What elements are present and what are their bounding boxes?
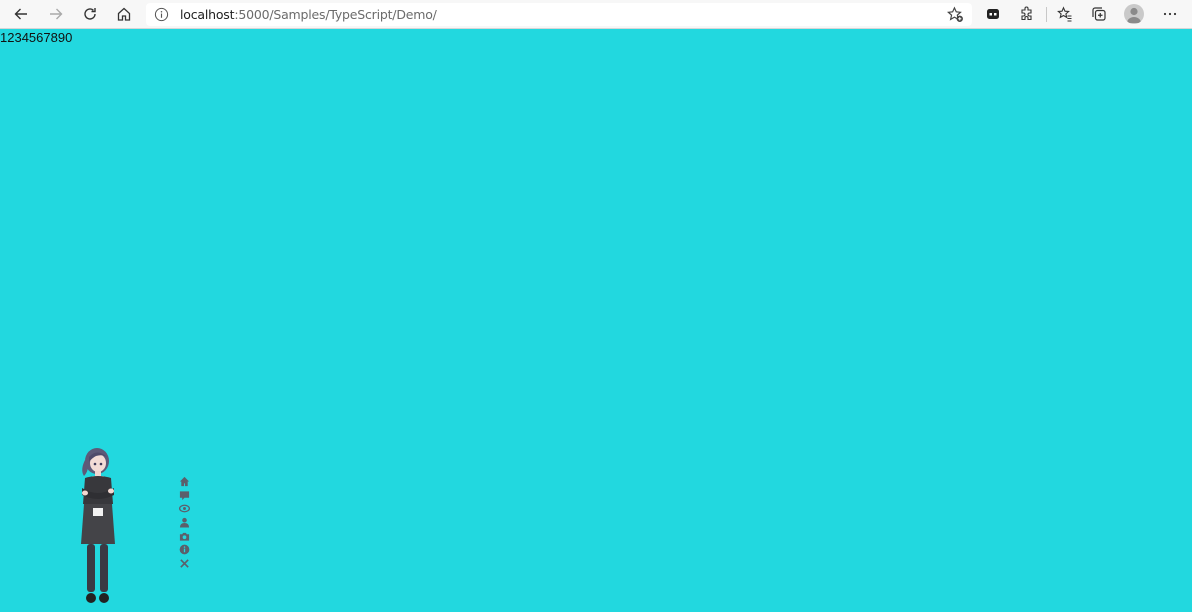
extension-icon [987,9,999,19]
home-button[interactable] [112,3,136,25]
url-host: localhost [180,7,235,22]
tool-chat-button[interactable] [176,489,192,502]
forward-button[interactable] [44,3,68,25]
extensions-button[interactable] [1015,3,1039,25]
extension-button[interactable] [981,3,1005,25]
tool-info-button[interactable] [176,543,192,556]
live2d-tool-menu [176,475,192,571]
collections-button[interactable] [1087,3,1111,25]
tool-eye-button[interactable] [176,502,192,515]
more-options-button[interactable] [1158,3,1182,25]
profile-avatar-icon [1127,7,1141,23]
info-icon[interactable] [154,7,169,22]
home-icon [179,476,189,487]
tool-close-button[interactable] [176,557,192,570]
back-button[interactable] [9,3,33,25]
eye-icon [178,505,190,513]
puzzle-icon [1021,6,1032,21]
refresh-button[interactable] [78,3,102,25]
refresh-icon [84,8,96,20]
user-icon [179,517,189,528]
favorites-icon [1057,6,1072,22]
url-path: :5000/Samples/TypeScript/Demo/ [234,7,437,22]
tool-user-button[interactable] [176,516,192,529]
page-text: 1234567890 [0,30,73,45]
profile-button[interactable] [1124,4,1144,24]
close-icon [179,559,189,568]
address-bar[interactable]: localhost:5000/Samples/TypeScript/Demo/ [146,3,972,26]
camera-icon [179,532,189,541]
add-favorite-icon[interactable] [947,6,964,23]
live2d-character[interactable] [72,446,124,606]
collections-icon [1092,7,1106,21]
more-options-icon [1163,12,1177,16]
browser-toolbar: localhost:5000/Samples/TypeScript/Demo/ [0,0,1192,29]
tool-camera-button[interactable] [176,530,192,543]
home-icon [117,7,131,21]
tool-home-button[interactable] [176,475,192,488]
chat-icon [179,491,189,500]
forward-arrow-icon [50,8,63,20]
url-text[interactable]: localhost:5000/Samples/TypeScript/Demo/ [180,7,437,22]
toolbar-divider [1046,7,1047,22]
back-arrow-icon [14,8,27,20]
info-icon [179,545,189,555]
favorites-button[interactable] [1053,3,1077,25]
